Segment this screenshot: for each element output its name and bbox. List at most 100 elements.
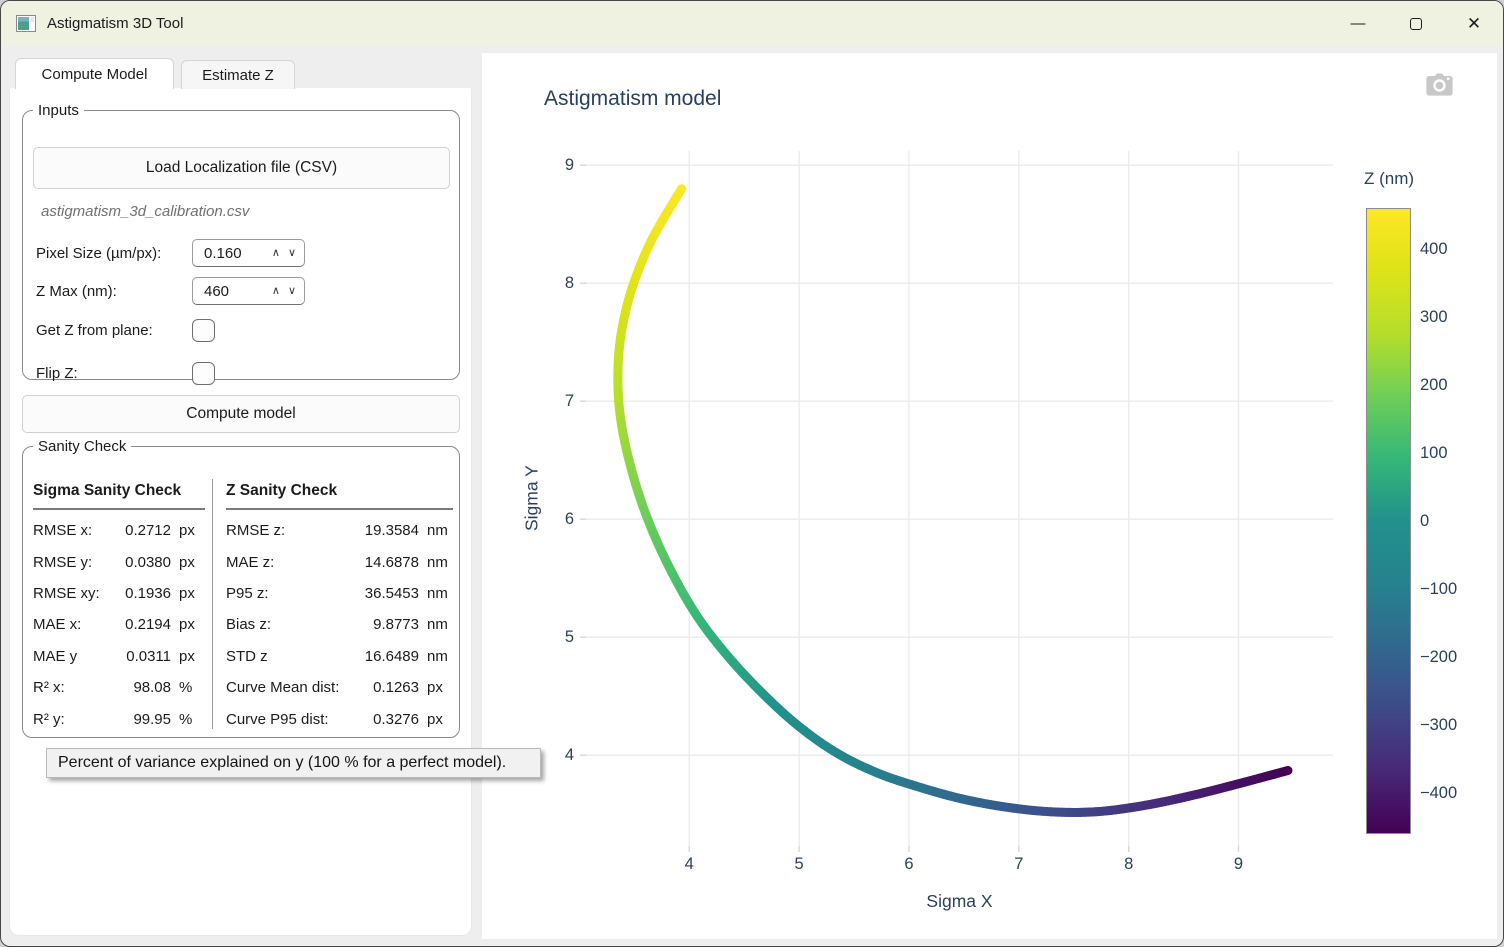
camera-icon[interactable]: [1426, 73, 1453, 101]
window-controls: — ✕: [1329, 1, 1503, 46]
sanity-row-label: Bias z:: [226, 616, 271, 633]
sanity-row-value: 9.8773: [271, 616, 427, 633]
sanity-row-label: R² x:: [33, 679, 65, 696]
pixel-size-spinner[interactable]: 0.160 ∧ ∨: [192, 239, 305, 267]
sanity-row-unit: px: [427, 711, 453, 728]
sanity-row-value: 0.0311: [77, 648, 179, 665]
spin-up-icon[interactable]: ∧: [272, 248, 288, 259]
loaded-filename: astigmatism_3d_calibration.csv: [41, 203, 249, 220]
sanity-row-label: MAE x:: [33, 616, 81, 633]
spin-down-icon[interactable]: ∨: [288, 286, 304, 297]
sanity-row: R² y:99.95%: [33, 703, 205, 734]
spin-up-icon[interactable]: ∧: [272, 286, 288, 297]
sanity-row: STD z16.6489nm: [226, 641, 453, 672]
flip-z-row: Flip Z:: [36, 360, 449, 386]
pixel-size-label: Pixel Size (µm/px):: [36, 245, 192, 262]
r2y-tooltip: Percent of variance explained on y (100 …: [46, 748, 541, 778]
compute-model-button[interactable]: Compute model: [22, 395, 460, 433]
maximize-icon: [1410, 18, 1422, 30]
sanity-row-value: 0.2712: [92, 522, 179, 539]
pixel-size-value[interactable]: 0.160: [193, 245, 272, 262]
pixel-size-row: Pixel Size (µm/px): 0.160 ∧ ∨: [36, 239, 449, 267]
sanity-row-unit: px: [179, 522, 205, 539]
sanity-row-value: 14.6878: [274, 554, 427, 571]
sanity-row: Curve P95 dist:0.3276px: [226, 703, 453, 734]
sanity-row: RMSE y:0.0380px: [33, 546, 205, 577]
tab-estimate-z[interactable]: Estimate Z: [181, 60, 295, 89]
sanity-row-label: STD z: [226, 648, 268, 665]
colorbar-tick-label: −200: [1420, 647, 1457, 667]
chart-title: Astigmatism model: [544, 87, 721, 111]
load-csv-button[interactable]: Load Localization file (CSV): [33, 147, 450, 189]
colorbar-tick-label: 200: [1420, 375, 1448, 395]
z-max-spinner[interactable]: 460 ∧ ∨: [192, 277, 305, 305]
sanity-row-unit: px: [427, 679, 453, 696]
maximize-button[interactable]: [1387, 1, 1445, 46]
spin-down-icon[interactable]: ∨: [288, 248, 304, 259]
sanity-check-group: Sanity Check Sigma Sanity Check RMSE x:0…: [22, 438, 460, 738]
z-sanity-column: Z Sanity Check RMSE z:19.3584nmMAE z:14.…: [212, 479, 453, 729]
app-icon: [16, 15, 36, 32]
inputs-group: Inputs Load Localization file (CSV) asti…: [22, 102, 460, 380]
sanity-row-value: 0.1263: [339, 679, 427, 696]
get-z-from-plane-checkbox[interactable]: [192, 319, 215, 342]
get-z-from-plane-label: Get Z from plane:: [36, 322, 192, 339]
colorbar-title: Z (nm): [1364, 169, 1414, 189]
window-title: Astigmatism 3D Tool: [47, 15, 183, 32]
titlebar[interactable]: Astigmatism 3D Tool — ✕: [1, 1, 1503, 46]
sanity-row: MAE z:14.6878nm: [226, 546, 453, 577]
sanity-row-label: MAE y: [33, 648, 77, 665]
y-tick-label: 7: [482, 391, 574, 411]
x-tick-label: 7: [1014, 854, 1023, 874]
sanity-row-value: 99.95: [65, 711, 179, 728]
colorbar-tick-label: −100: [1420, 579, 1457, 599]
colorbar-tick-label: 100: [1420, 443, 1448, 463]
x-tick-label: 4: [685, 854, 694, 874]
sanity-columns: Sigma Sanity Check RMSE x:0.2712pxRMSE y…: [33, 479, 453, 729]
sanity-row-value: 0.2194: [81, 616, 179, 633]
sanity-row-label: R² y:: [33, 711, 65, 728]
app-window: Astigmatism 3D Tool — ✕ Compute Model Es…: [0, 0, 1504, 947]
colorbar-tick-label: 400: [1420, 239, 1448, 259]
sanity-row-unit: nm: [427, 616, 453, 633]
close-button[interactable]: ✕: [1445, 1, 1503, 46]
y-tick-label: 8: [482, 273, 574, 293]
sanity-row-label: Curve Mean dist:: [226, 679, 339, 696]
minimize-button[interactable]: —: [1329, 1, 1387, 46]
y-axis-title: Sigma Y: [520, 151, 544, 846]
sanity-row-unit: %: [179, 679, 205, 696]
flip-z-checkbox[interactable]: [192, 362, 215, 385]
inputs-legend: Inputs: [33, 102, 84, 119]
sanity-row-label: Curve P95 dist:: [226, 711, 329, 728]
z-max-value[interactable]: 460: [193, 283, 272, 300]
sanity-row: RMSE z:19.3584nm: [226, 515, 453, 546]
z-sanity-header: Z Sanity Check: [226, 479, 453, 510]
colorbar-tick-label: −400: [1420, 783, 1457, 803]
sanity-row-value: 19.3584: [285, 522, 427, 539]
z-max-row: Z Max (nm): 460 ∧ ∨: [36, 277, 449, 305]
tab-compute-model[interactable]: Compute Model: [15, 58, 174, 89]
plot-card: Astigmatism model Sigma X Sigma Y Z (nm)…: [482, 53, 1497, 939]
sanity-row-label: MAE z:: [226, 554, 274, 571]
x-tick-label: 9: [1234, 854, 1243, 874]
colorbar-tick-label: 300: [1420, 307, 1448, 327]
sanity-legend: Sanity Check: [33, 438, 131, 455]
sanity-row: MAE x:0.2194px: [33, 609, 205, 640]
sanity-row: Bias z:9.8773nm: [226, 609, 453, 640]
sanity-row-value: 36.5453: [269, 585, 427, 602]
sanity-row-label: RMSE xy:: [33, 585, 100, 602]
x-tick-label: 6: [904, 854, 913, 874]
sanity-row-value: 0.1936: [100, 585, 179, 602]
sanity-row-unit: %: [179, 711, 205, 728]
sanity-row-value: 98.08: [65, 679, 179, 696]
sanity-row-value: 0.3276: [329, 711, 427, 728]
sanity-row-label: RMSE z:: [226, 522, 285, 539]
z-max-label: Z Max (nm):: [36, 283, 192, 300]
sanity-row-unit: px: [179, 585, 205, 602]
plot-canvas[interactable]: [482, 53, 1497, 939]
compute-model-panel: Inputs Load Localization file (CSV) asti…: [9, 88, 472, 936]
sanity-row: MAE y0.0311px: [33, 641, 205, 672]
sanity-row: RMSE x:0.2712px: [33, 515, 205, 546]
minimize-icon: —: [1351, 16, 1366, 31]
y-tick-label: 9: [482, 155, 574, 175]
